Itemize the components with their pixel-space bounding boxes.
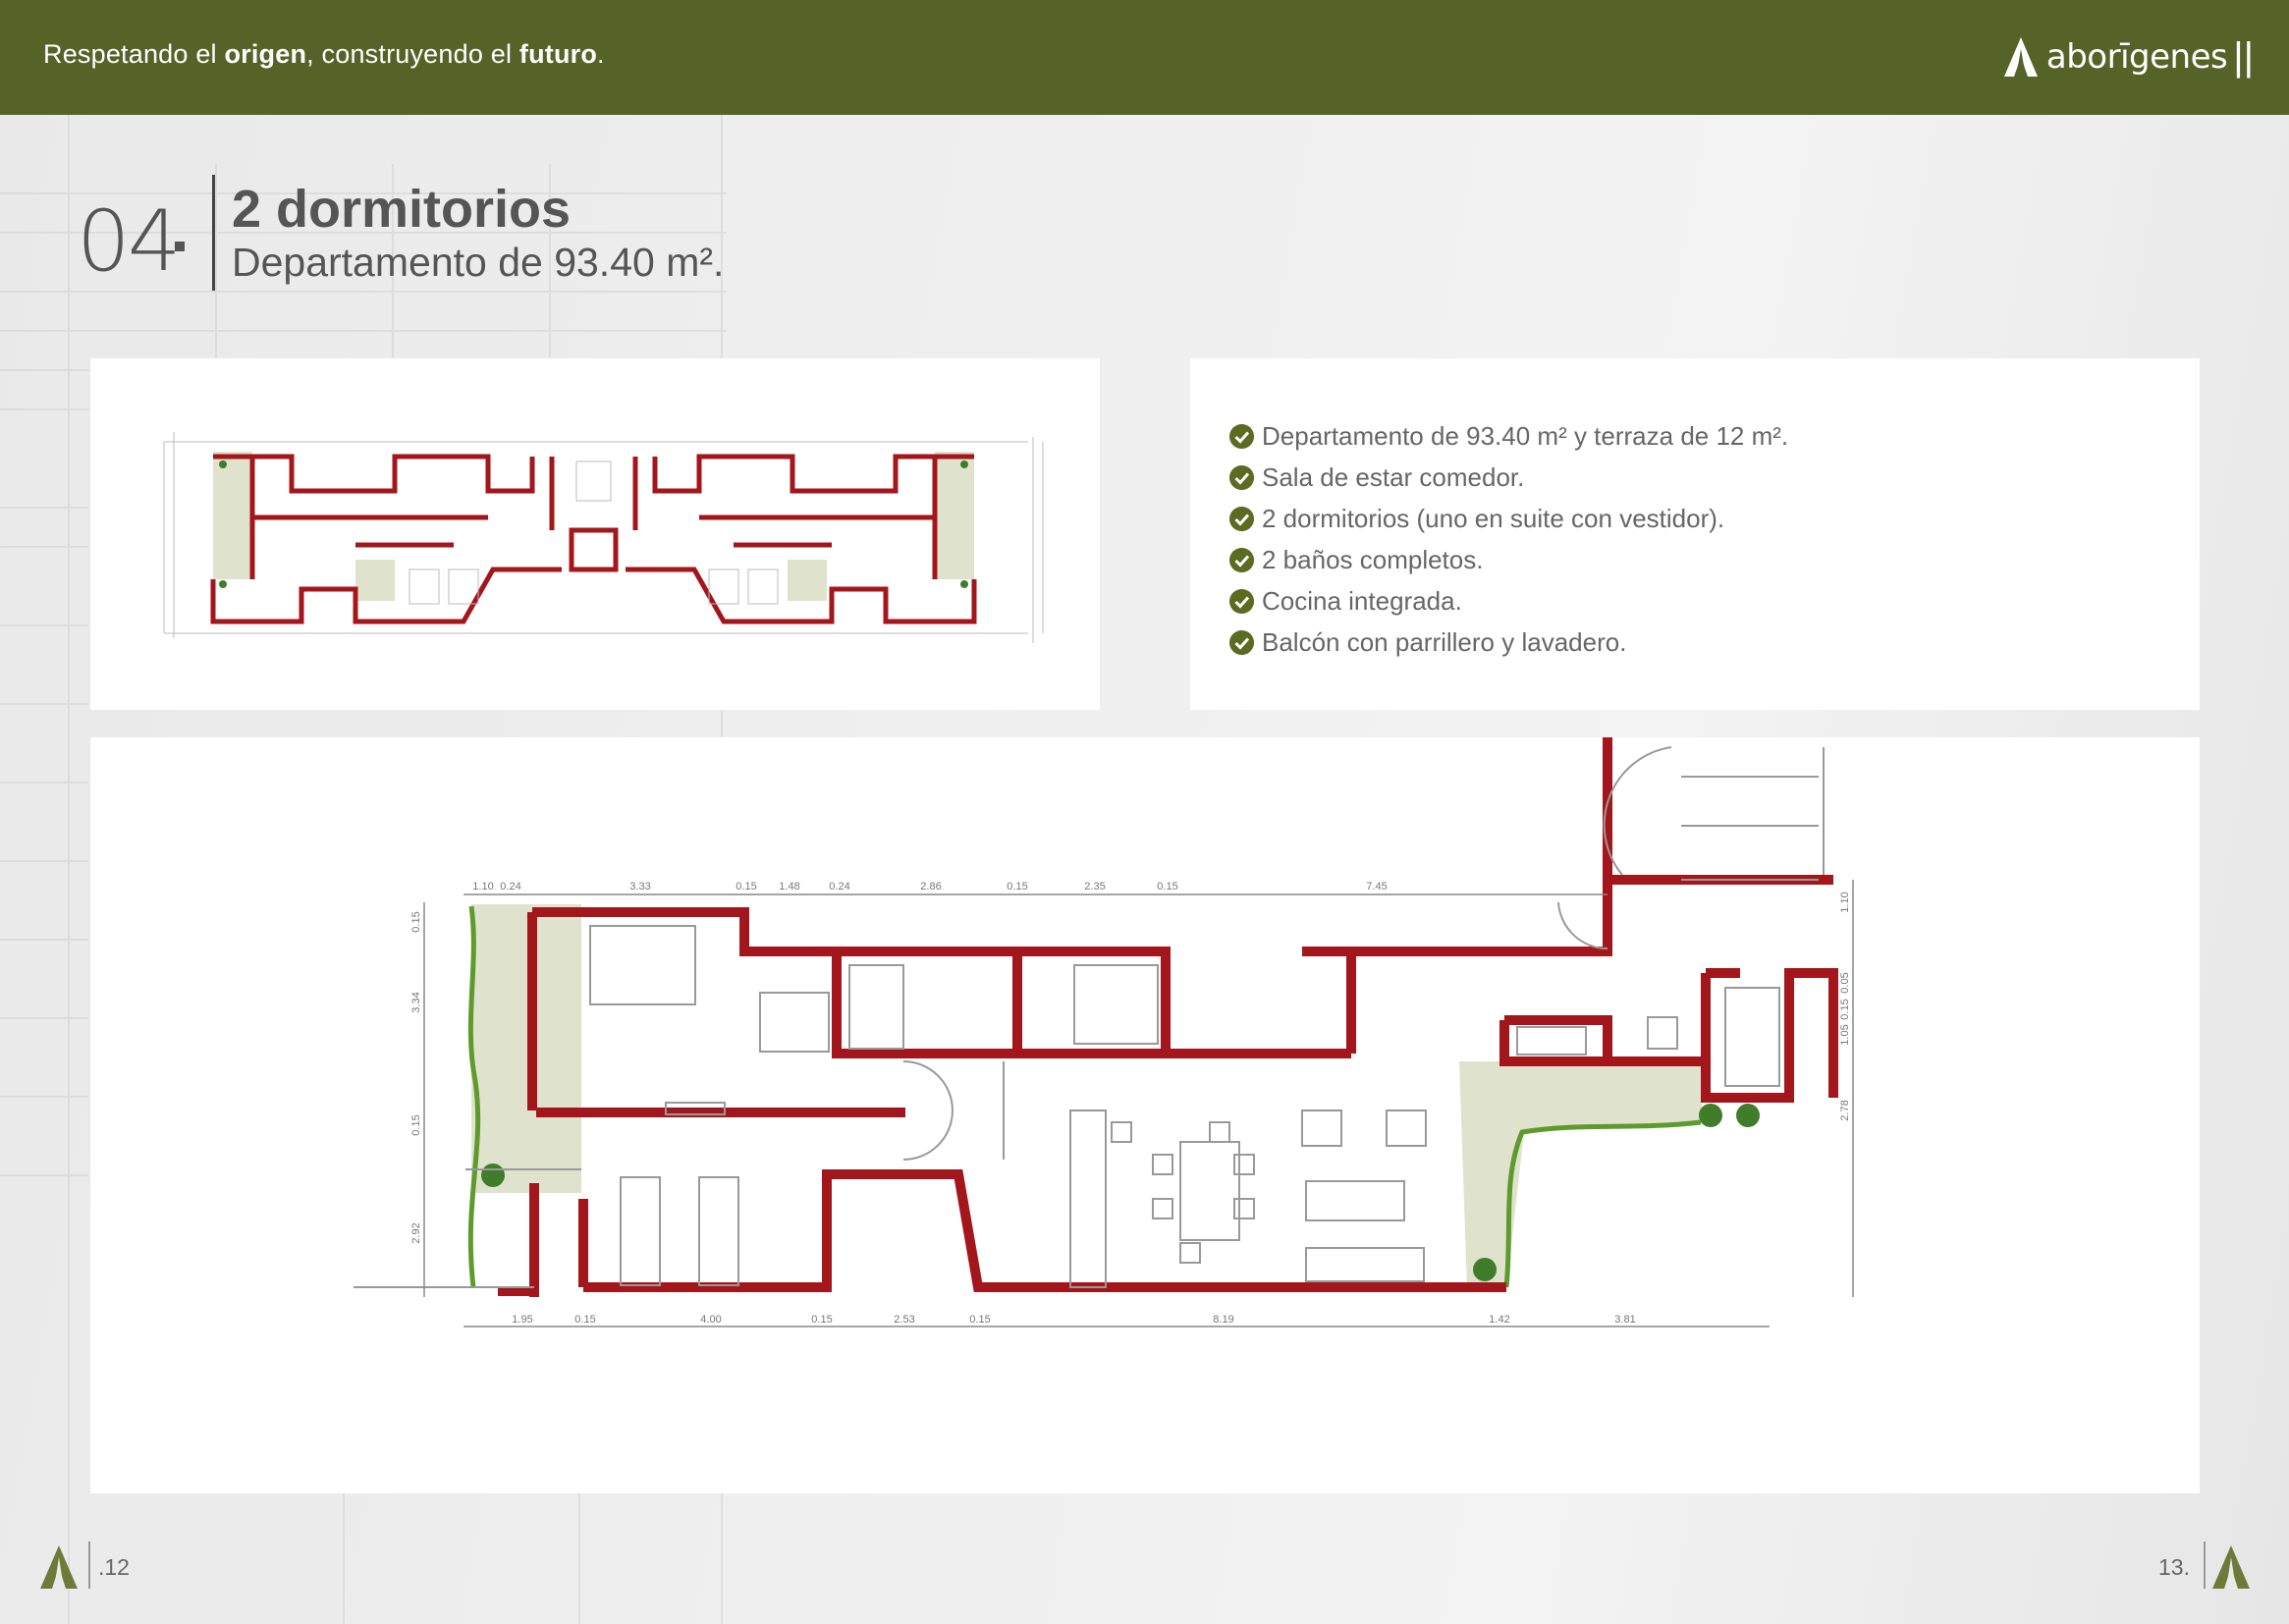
feature-item: Departamento de 93.40 m² y terraza de 12… — [1229, 415, 1788, 457]
brand-mark-icon — [2003, 37, 2038, 77]
check-circle-icon — [1229, 423, 1254, 449]
feature-item: Cocina integrada. — [1229, 580, 1788, 622]
dimension-label-right: 0.05 — [1839, 972, 1851, 993]
dimension-label-top: 0.15 — [736, 881, 756, 893]
footer-logo-right-icon — [2212, 1545, 2250, 1589]
feature-text: Sala de estar comedor. — [1262, 461, 1525, 492]
check-circle-icon — [1229, 464, 1254, 490]
title-divider — [212, 175, 215, 291]
feature-item: Balcón con parrillero y lavadero. — [1229, 622, 1788, 663]
check-circle-icon — [1229, 506, 1254, 531]
dimension-label-bottom: 1.42 — [1489, 1314, 1509, 1326]
dimension-label-top: 1.10 — [472, 881, 493, 893]
dimension-label-top: 0.15 — [1007, 881, 1027, 893]
dimension-label-left: 3.34 — [410, 992, 422, 1012]
dimension-label-left: 2.92 — [410, 1222, 422, 1243]
dimension-label-top: 0.24 — [500, 881, 520, 893]
dimension-label-top: 1.48 — [779, 881, 799, 893]
dimension-label-right: 0.15 — [1839, 999, 1851, 1019]
unit-plan-panel: 1.10 0.24 3.33 0.15 1.48 0.24 2.86 0.15 2.35 0.15… — [90, 737, 2200, 1493]
dimension-label-bottom: 1.95 — [512, 1314, 532, 1326]
footer-divider-right — [2204, 1542, 2206, 1589]
plant-icon — [1699, 1104, 1722, 1127]
key-plan-panel — [90, 358, 1100, 710]
plant-icon — [481, 1164, 505, 1187]
dimension-label-left: 0.15 — [410, 911, 422, 932]
feature-text: 2 baños completos. — [1262, 544, 1484, 574]
dimension-label-right: 1.10 — [1839, 892, 1851, 912]
feature-text: Cocina integrada. — [1262, 585, 1462, 616]
feature-item: 2 dormitorios (uno en suite con vestidor… — [1229, 498, 1788, 539]
dimension-label-bottom: 4.00 — [700, 1314, 721, 1326]
feature-item: 2 baños completos. — [1229, 539, 1788, 580]
dimension-label-top: 3.33 — [629, 881, 650, 893]
dimension-label-top: 2.86 — [920, 881, 941, 893]
section-number: 04 — [77, 192, 181, 291]
feature-text: Departamento de 93.40 m² y terraza de 12… — [1262, 420, 1789, 451]
logo-bars: || — [2233, 35, 2254, 79]
section-subtitle: Departamento de 93.40 m². — [232, 240, 725, 285]
check-circle-icon — [1229, 547, 1254, 572]
section-title: 2 dormitorios — [232, 180, 572, 239]
dimension-label-right: 2.78 — [1839, 1100, 1851, 1120]
footer-logo-left-icon — [40, 1545, 78, 1589]
dimension-label-bottom: 0.15 — [811, 1314, 832, 1326]
page-number-left: .12 — [98, 1554, 130, 1580]
feature-text: Balcón con parrillero y lavadero. — [1262, 626, 1627, 657]
dimension-label-bottom: 3.81 — [1614, 1314, 1635, 1326]
dimension-label-right: 1.05 — [1839, 1024, 1851, 1045]
tagline: Respetando el origen, construyendo el fu… — [43, 39, 605, 69]
dimension-label-top: 2.35 — [1084, 881, 1105, 893]
key-floor-plan — [163, 432, 1044, 643]
header-bar: Respetando el origen, construyendo el fu… — [0, 0, 2289, 115]
dimension-label-bottom: 8.19 — [1213, 1314, 1233, 1326]
dimension-label-top: 7.45 — [1366, 881, 1387, 893]
plant-icon — [1736, 1104, 1760, 1127]
dimension-label-bottom: 0.15 — [969, 1314, 990, 1326]
brand-logo: aborīgenes || — [2001, 31, 2254, 82]
dimension-label-bottom: 0.15 — [574, 1314, 595, 1326]
check-circle-icon — [1229, 588, 1254, 614]
dimension-label-top: 0.24 — [829, 881, 849, 893]
feature-item: Sala de estar comedor. — [1229, 457, 1788, 498]
unit-floor-plan: 1.10 0.24 3.33 0.15 1.48 0.24 2.86 0.15 2.35 0.15… — [354, 737, 1854, 1327]
dimension-label-left: 0.15 — [410, 1114, 422, 1135]
check-circle-icon — [1229, 629, 1254, 655]
plant-icon — [1473, 1258, 1497, 1281]
section-number-dot — [175, 242, 185, 251]
logo-text: aborīgenes — [2045, 37, 2228, 77]
footer-divider-left — [88, 1542, 90, 1589]
features-list: Departamento de 93.40 m² y terraza de 12… — [1229, 415, 1788, 663]
dimension-label-bottom: 2.53 — [894, 1314, 914, 1326]
feature-text: 2 dormitorios (uno en suite con vestidor… — [1262, 503, 1725, 533]
dimension-label-top: 0.15 — [1157, 881, 1177, 893]
page-number-right: 13. — [2158, 1554, 2190, 1580]
